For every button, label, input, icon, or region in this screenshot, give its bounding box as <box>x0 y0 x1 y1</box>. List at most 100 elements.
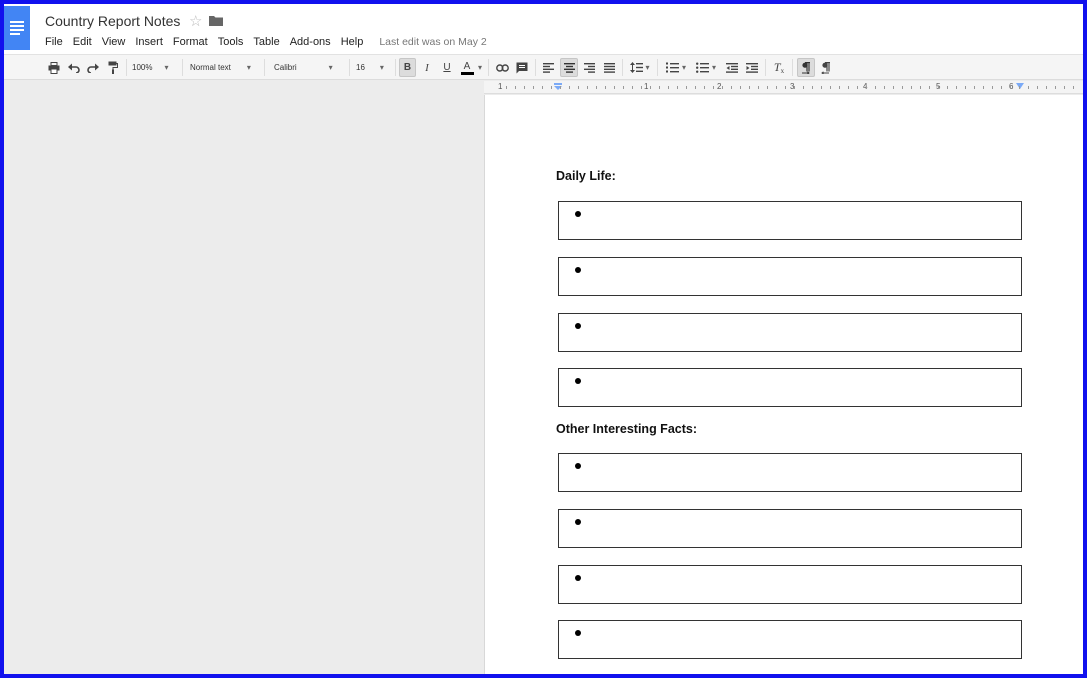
menu-help[interactable]: Help <box>341 36 364 48</box>
ruler-tick <box>1028 86 1029 89</box>
ruler-tick <box>1010 86 1011 89</box>
ruler-tick <box>695 86 696 89</box>
rtl-paragraph-icon[interactable] <box>818 58 834 77</box>
ruler-tick <box>875 86 876 89</box>
increase-indent-icon[interactable] <box>743 58 760 77</box>
ruler-tick <box>857 86 858 89</box>
menu-tools[interactable]: Tools <box>218 36 244 48</box>
italic-button[interactable]: I <box>419 58 435 77</box>
menu-add-ons[interactable]: Add-ons <box>290 36 331 48</box>
ruler-tick <box>551 86 552 89</box>
document-page[interactable]: Daily Life: Other Interesting Facts: <box>484 95 1083 674</box>
ruler-tick <box>965 86 966 89</box>
note-box[interactable] <box>558 453 1022 492</box>
print-icon[interactable] <box>46 58 62 77</box>
note-box[interactable] <box>558 257 1022 296</box>
ruler-tick <box>776 86 777 89</box>
ruler-tick <box>587 86 588 89</box>
docs-logo-icon[interactable] <box>4 6 30 50</box>
ruler-tick <box>1055 86 1056 89</box>
align-right-icon[interactable] <box>581 58 598 77</box>
ruler-tick <box>650 86 651 89</box>
zoom-dropdown-icon: ▾ <box>164 63 169 72</box>
ruler-tick <box>542 86 543 89</box>
right-indent-marker-icon[interactable] <box>1016 83 1024 90</box>
menu-table[interactable]: Table <box>253 36 279 48</box>
bullet-point <box>575 463 581 469</box>
note-box[interactable] <box>558 620 1022 659</box>
bullet-point <box>575 575 581 581</box>
underline-button[interactable]: U <box>439 58 455 77</box>
menu-insert[interactable]: Insert <box>135 36 163 48</box>
font-value: Calibri <box>274 63 297 72</box>
note-box[interactable] <box>558 201 1022 240</box>
note-box[interactable] <box>558 509 1022 548</box>
ruler-tick <box>677 86 678 89</box>
ruler-tick <box>839 86 840 89</box>
ruler-tick <box>560 86 561 89</box>
ruler-tick <box>524 86 525 89</box>
ltr-paragraph-icon[interactable] <box>797 58 815 77</box>
menu-edit[interactable]: Edit <box>73 36 92 48</box>
ruler-tick <box>686 86 687 89</box>
zoom-select[interactable]: 100% ▾ <box>132 58 178 77</box>
ruler-tick <box>722 86 723 89</box>
ruler-tick <box>902 86 903 89</box>
last-edit-status[interactable]: Last edit was on May 2 <box>379 36 486 48</box>
bullet-point <box>575 267 581 273</box>
menu-format[interactable]: Format <box>173 36 208 48</box>
folder-icon[interactable] <box>209 15 223 26</box>
ruler-tick <box>569 86 570 89</box>
align-center-icon[interactable] <box>560 58 578 77</box>
ruler-tick <box>749 86 750 89</box>
style-select[interactable]: Normal text ▾ <box>190 58 260 77</box>
ruler-tick <box>668 86 669 89</box>
text-color-button[interactable]: A <box>459 58 475 77</box>
clear-formatting-icon[interactable]: Tx <box>770 58 788 77</box>
note-box[interactable] <box>558 313 1022 352</box>
font-size-select[interactable]: 16 ▾ <box>356 58 392 77</box>
comment-icon[interactable] <box>514 58 530 77</box>
bulleted-list-icon[interactable]: ▾ <box>693 58 719 77</box>
text-color-dropdown-icon[interactable]: ▾ <box>478 63 482 72</box>
justify-icon[interactable] <box>601 58 618 77</box>
ruler-tick <box>794 86 795 89</box>
ruler-number: 1 <box>644 82 649 91</box>
menu-file[interactable]: File <box>45 36 63 48</box>
ruler[interactable]: 1123456 <box>484 81 1083 94</box>
ruler-tick <box>992 86 993 89</box>
undo-icon[interactable] <box>66 58 82 77</box>
section-heading[interactable]: Other Interesting Facts: <box>556 422 697 436</box>
bullet-point <box>575 323 581 329</box>
font-select[interactable]: Calibri ▾ <box>274 58 346 77</box>
ruler-tick <box>866 86 867 89</box>
numbered-list-icon[interactable]: ▾ <box>663 58 689 77</box>
font-size-dropdown-icon: ▾ <box>379 63 384 72</box>
ruler-tick <box>641 86 642 89</box>
ruler-tick <box>938 86 939 89</box>
redo-icon[interactable] <box>85 58 101 77</box>
note-box[interactable] <box>558 368 1022 407</box>
star-icon[interactable]: ☆ <box>189 12 202 30</box>
menu-bar: File Edit View Insert Format Tools Table… <box>45 35 487 49</box>
ruler-tick <box>623 86 624 89</box>
decrease-indent-icon[interactable] <box>723 58 740 77</box>
line-spacing-icon[interactable]: ▾ <box>628 58 652 77</box>
ruler-tick <box>893 86 894 89</box>
section-heading[interactable]: Daily Life: <box>556 169 616 183</box>
header: Country Report Notes ☆ File Edit View In… <box>4 4 1083 54</box>
link-icon[interactable] <box>494 58 510 77</box>
menu-view[interactable]: View <box>102 36 126 48</box>
align-left-icon[interactable] <box>540 58 557 77</box>
ruler-tick <box>830 86 831 89</box>
bold-button[interactable]: B <box>399 58 416 77</box>
text-color-swatch <box>460 71 474 75</box>
paint-format-icon[interactable] <box>105 58 121 77</box>
note-box[interactable] <box>558 565 1022 604</box>
ruler-tick <box>929 86 930 89</box>
ruler-tick <box>884 86 885 89</box>
ruler-tick <box>632 86 633 89</box>
font-dropdown-icon: ▾ <box>328 63 333 72</box>
ruler-tick <box>1019 86 1020 89</box>
document-title[interactable]: Country Report Notes <box>45 13 180 29</box>
